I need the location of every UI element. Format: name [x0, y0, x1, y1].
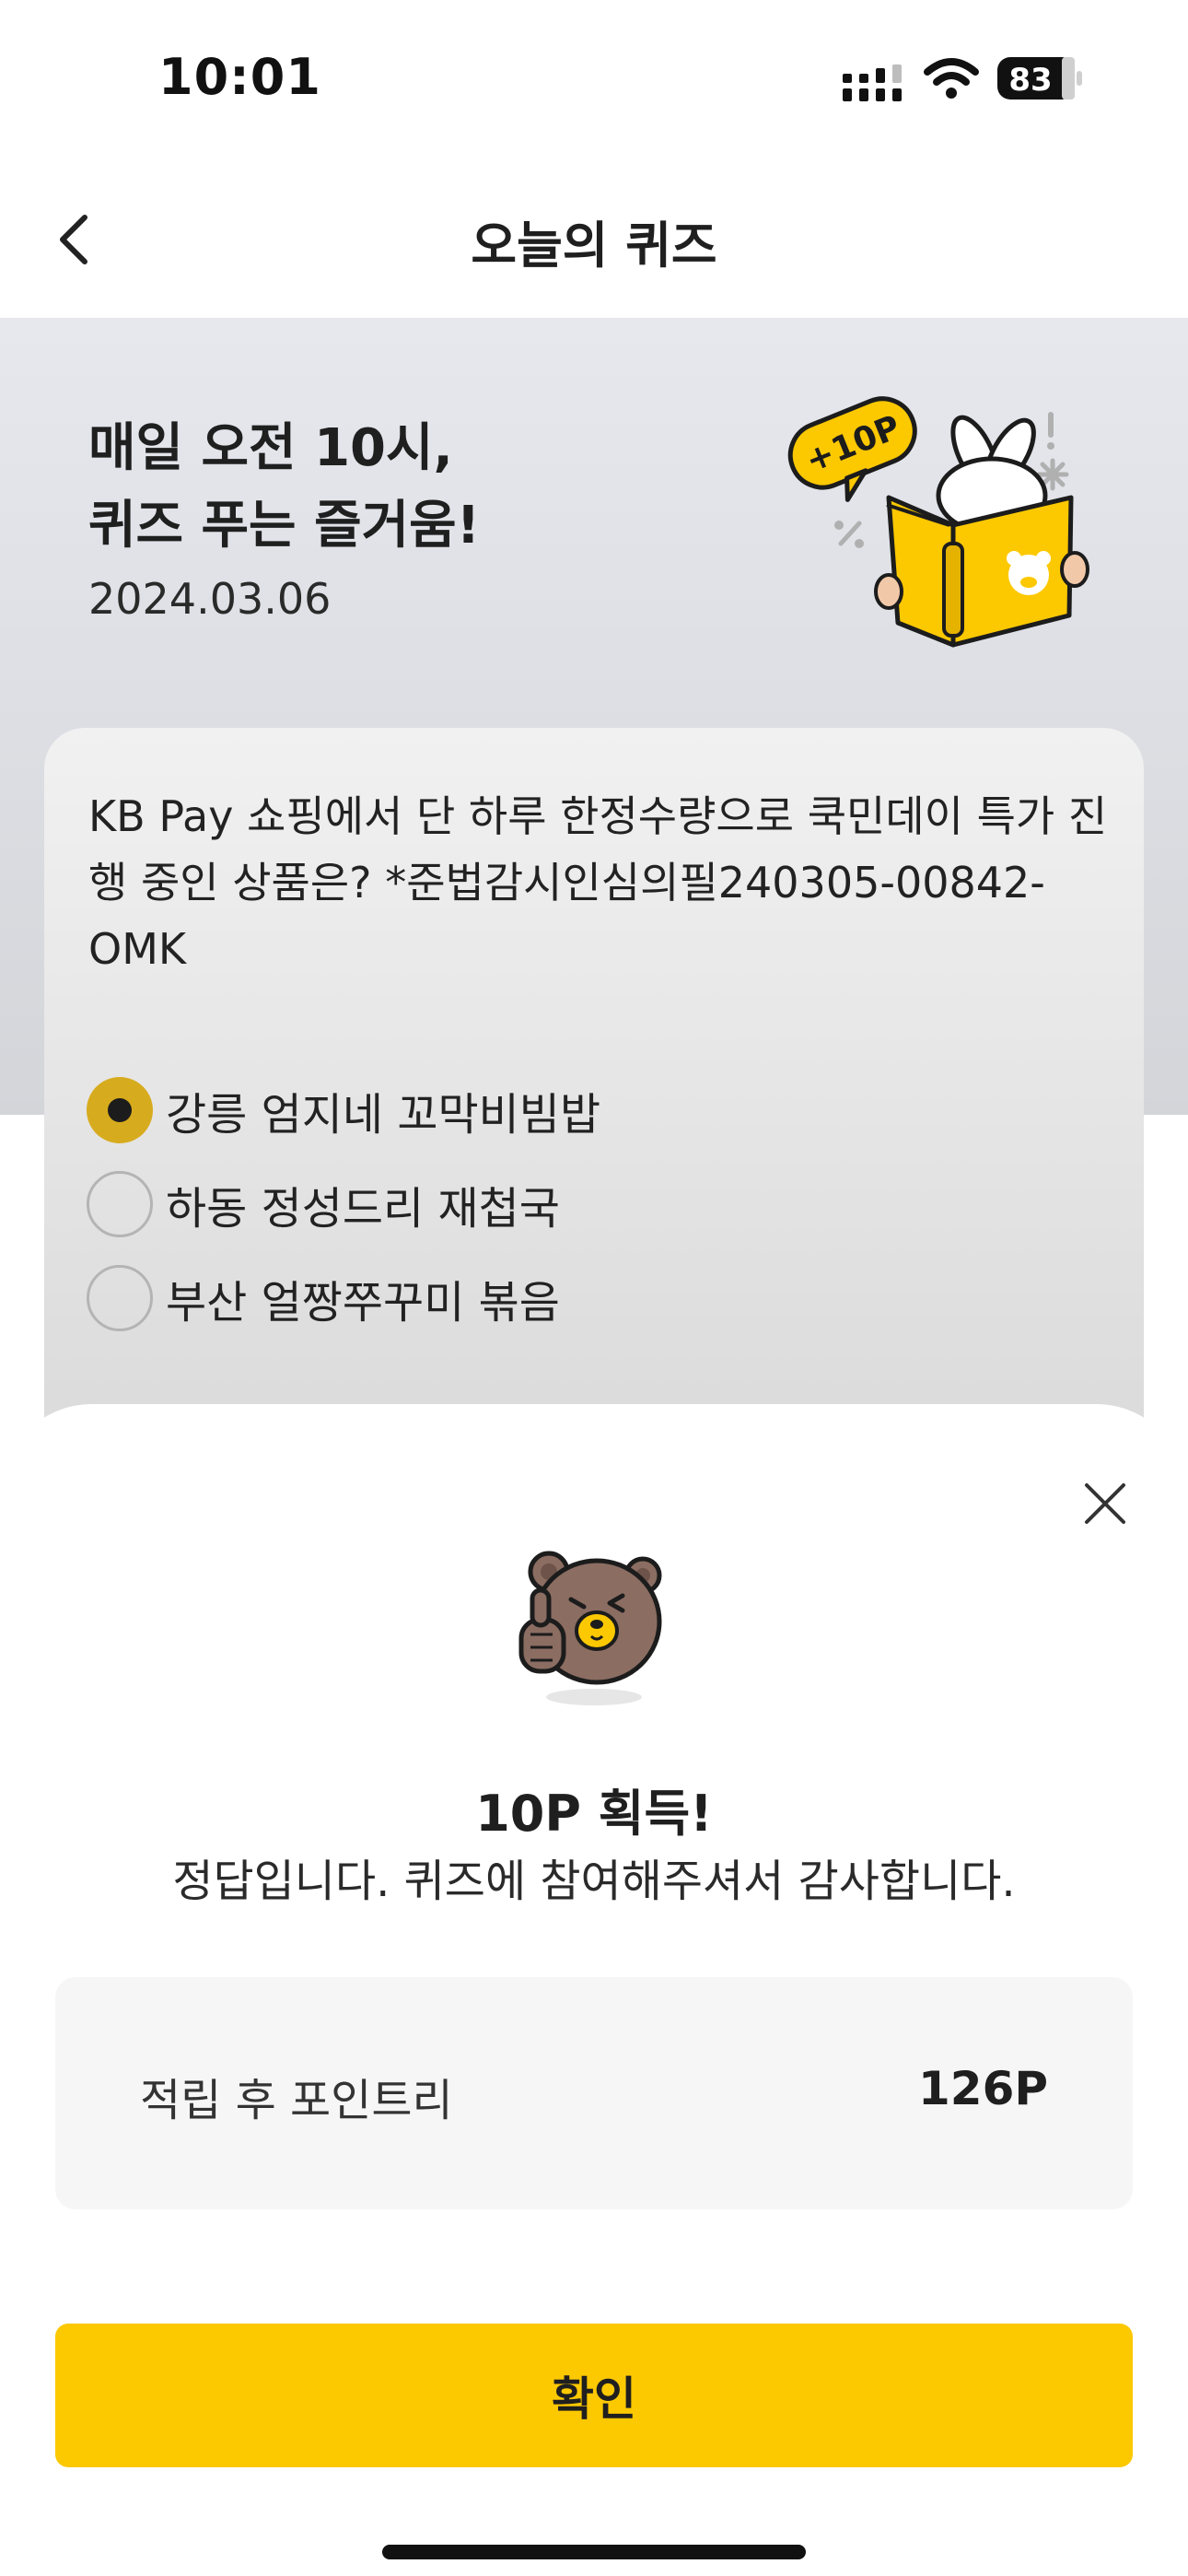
radio-selected[interactable]: [87, 1077, 153, 1143]
result-bottom-sheet: 10P 획득! 정답입니다. 퀴즈에 참여해주셔서 감사합니다. 적립 후 포인…: [0, 1404, 1188, 2576]
thumbs-up-bear-icon: [518, 1551, 662, 1705]
points-label: 적립 후 포인트리: [140, 2075, 453, 2126]
quiz-question: KB Pay 쇼핑에서 단 하루 한정수량으로 쿡민데이 특가 진행 중인 상품…: [88, 791, 1108, 974]
quiz-option-3[interactable]: 부산 얼짱쭈꾸미 볶음: [87, 1264, 560, 1332]
signal-icon: [843, 64, 902, 101]
quiz-option-label: 하동 정성드리 재첩국: [166, 1183, 560, 1235]
points-value: 126P: [917, 2062, 1048, 2115]
page-title: 오늘의 퀴즈: [471, 217, 717, 275]
confirm-button[interactable]: 확인: [55, 2324, 1133, 2467]
hero-headline: 매일 오전 10시, 퀴즈 푸는 즐거움!: [88, 410, 480, 565]
battery-icon: 83: [997, 57, 1082, 100]
points-summary: 적립 후 포인트리 126P: [55, 1977, 1133, 2209]
battery-level: 83: [1008, 62, 1052, 99]
quiz-option-label: 강릉 엄지네 꼬막비빔밥: [166, 1089, 601, 1141]
status-time: 10:01: [158, 48, 321, 106]
wifi-icon: [924, 58, 979, 99]
home-indicator[interactable]: [382, 2545, 806, 2559]
quiz-option-label: 부산 얼짱쭈꾸미 볶음: [166, 1277, 560, 1329]
result-title: 10P 획득!: [475, 1785, 713, 1843]
result-message: 정답입니다. 퀴즈에 참여해주셔서 감사합니다.: [172, 1856, 1016, 1907]
close-icon[interactable]: [1077, 1476, 1133, 1531]
reading-bunny-illustration: +10P: [787, 396, 1089, 648]
nav-header: 오늘의 퀴즈: [0, 157, 1188, 318]
hero-headline-line1: 매일 오전 10시,: [88, 418, 453, 478]
quiz-date: 2024.03.06: [88, 574, 332, 624]
quiz-option-2[interactable]: 하동 정성드리 재첩국: [87, 1170, 560, 1238]
quiz-option-1[interactable]: 강릉 엄지네 꼬막비빔밥: [87, 1076, 600, 1144]
hero-headline-line2: 퀴즈 푸는 즐거움!: [88, 496, 481, 556]
radio-unselected[interactable]: [87, 1265, 153, 1331]
quiz-card: KB Pay 쇼핑에서 단 하루 한정수량으로 쿡민데이 특가 진행 중인 상품…: [44, 728, 1144, 1465]
radio-unselected[interactable]: [87, 1171, 153, 1237]
status-bar: 10:01 83: [0, 0, 1188, 157]
